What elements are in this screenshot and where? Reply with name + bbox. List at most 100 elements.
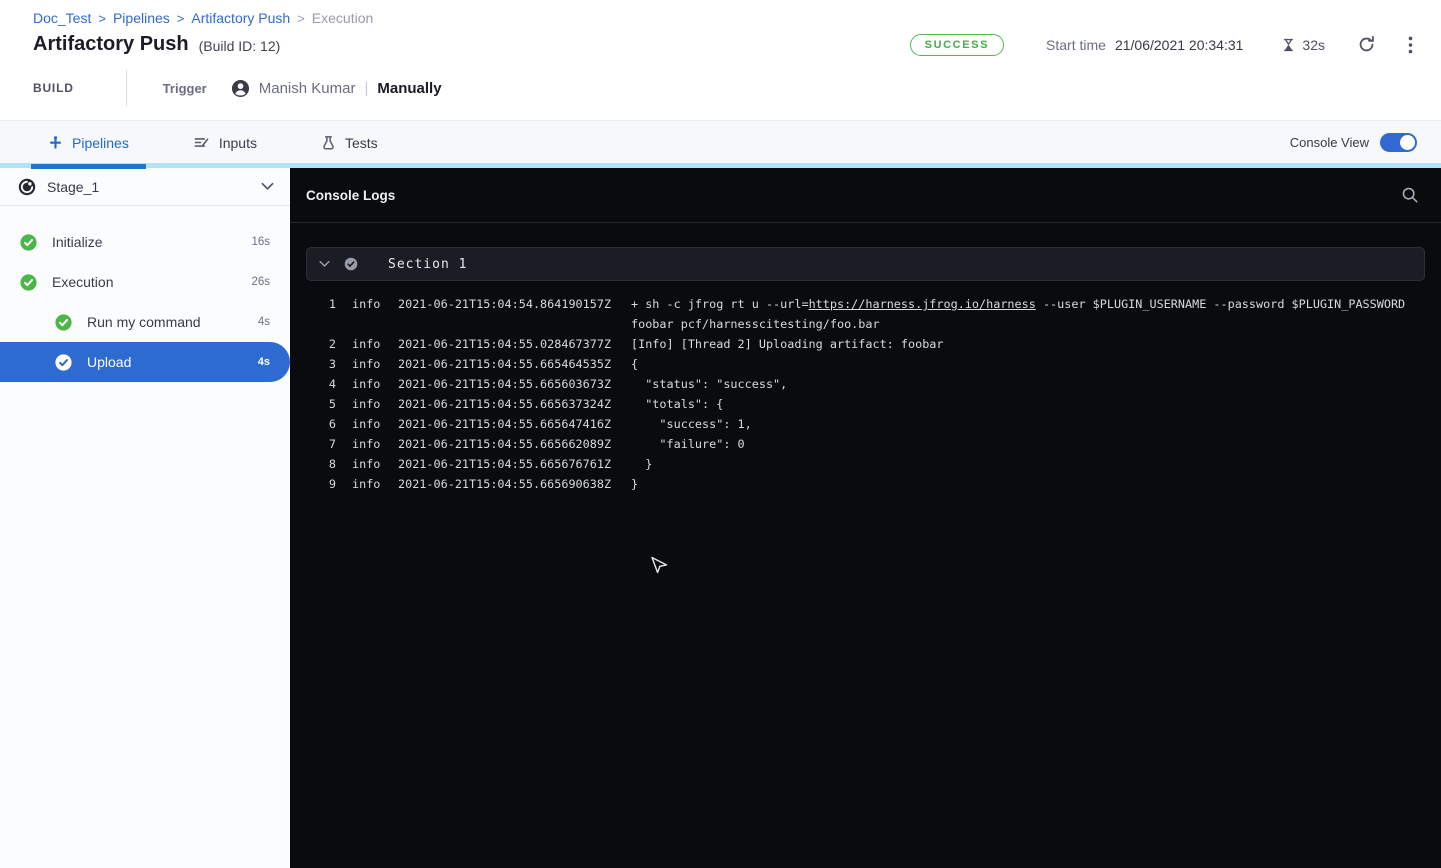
log-timestamp: 2021-06-21T15:04:55.665662089Z — [398, 434, 615, 454]
log-row: 4 info 2021-06-21T15:04:55.665603673Z "s… — [290, 374, 1441, 394]
section-label: Section 1 — [388, 257, 467, 272]
log-level: info — [352, 434, 382, 454]
step-label: Initialize — [52, 234, 103, 250]
log-message-line: [Info] [Thread 2] Uploading artifact: fo… — [631, 334, 1421, 354]
log-row: 2 info 2021-06-21T15:04:55.028467377Z [I… — [290, 334, 1441, 354]
log-row: 1 info 2021-06-21T15:04:54.864190157Z + … — [290, 294, 1441, 334]
step-duration: 16s — [251, 236, 270, 248]
log-line-number: 8 — [310, 454, 336, 474]
tab-tests[interactable]: Tests — [304, 121, 395, 164]
tab-label: Inputs — [219, 135, 257, 151]
build-id-label: (Build ID: 12) — [199, 38, 281, 54]
search-icon[interactable] — [1401, 186, 1419, 204]
step-upload[interactable]: Upload 4s — [0, 342, 290, 382]
log-timestamp: 2021-06-21T15:04:55.665603673Z — [398, 374, 615, 394]
success-check-icon — [55, 354, 72, 371]
log-message-line: } — [631, 474, 1421, 494]
log-lines: 1 info 2021-06-21T15:04:54.864190157Z + … — [290, 294, 1441, 494]
view-tabbar: Pipelines Inputs Tests Console View — [0, 120, 1441, 168]
log-message-line: { — [631, 354, 1421, 374]
breadcrumb-project[interactable]: Doc_Test — [33, 10, 91, 26]
build-label: BUILD — [33, 81, 74, 95]
success-check-icon — [20, 274, 37, 291]
log-line-number: 6 — [310, 414, 336, 434]
step-run-my-command[interactable]: Run my command 4s — [0, 302, 290, 342]
chevron-down-icon[interactable] — [261, 182, 274, 191]
start-time-label: Start time — [1046, 37, 1106, 53]
log-timestamp: 2021-06-21T15:04:54.864190157Z — [398, 294, 615, 314]
trigger-user[interactable]: Manish Kumar — [259, 80, 356, 97]
log-level: info — [352, 394, 382, 414]
refresh-button[interactable] — [1357, 35, 1376, 54]
log-timestamp: 2021-06-21T15:04:55.665676761Z — [398, 454, 615, 474]
flask-icon — [321, 135, 336, 150]
avatar-icon — [231, 79, 250, 98]
log-line-number: 3 — [310, 354, 336, 374]
step-label: Execution — [52, 274, 113, 290]
log-level: info — [352, 294, 382, 314]
duration-value: 32s — [1302, 37, 1325, 53]
log-row: 5 info 2021-06-21T15:04:55.665637324Z "t… — [290, 394, 1441, 414]
log-message: "totals": { — [631, 394, 1421, 414]
log-row: 7 info 2021-06-21T15:04:55.665662089Z "f… — [290, 434, 1441, 454]
more-options-button[interactable] — [1408, 36, 1413, 54]
log-message: } — [631, 474, 1421, 494]
breadcrumb-separator: > — [177, 11, 185, 26]
log-line-number: 7 — [310, 434, 336, 454]
log-level: info — [352, 374, 382, 394]
step-duration: 26s — [251, 276, 270, 288]
log-level: info — [352, 414, 382, 434]
log-message-line: + sh -c jfrog rt u --url=https://harness… — [631, 294, 1421, 314]
console-panel: Console Logs Section 1 1 info 2021-06-21… — [290, 168, 1441, 868]
step-duration: 4s — [258, 316, 270, 328]
log-timestamp: 2021-06-21T15:04:55.665690638Z — [398, 474, 615, 494]
log-message: "success": 1, — [631, 414, 1421, 434]
log-message-line: } — [631, 454, 1421, 474]
success-check-icon — [55, 314, 72, 331]
success-check-icon — [20, 234, 37, 251]
step-label: Upload — [87, 354, 131, 370]
log-message-line: "failure": 0 — [631, 434, 1421, 454]
log-line-number: 5 — [310, 394, 336, 414]
log-row: 3 info 2021-06-21T15:04:55.665464535Z { — [290, 354, 1441, 374]
trigger-label: Trigger — [163, 81, 207, 96]
inputs-icon — [193, 135, 210, 150]
console-view-label: Console View — [1290, 135, 1369, 150]
hourglass-icon — [1281, 37, 1296, 53]
tab-label: Pipelines — [72, 135, 129, 151]
step-execution[interactable]: Execution 26s — [0, 262, 290, 302]
step-initialize[interactable]: Initialize 16s — [0, 222, 290, 262]
stage-header[interactable]: Stage_1 — [0, 168, 290, 206]
step-duration: 4s — [258, 356, 270, 368]
pipeline-icon — [48, 135, 63, 150]
log-message: } — [631, 454, 1421, 474]
execution-sidebar: Stage_1 Initialize 16s Execution 26 — [0, 168, 290, 868]
log-row: 8 info 2021-06-21T15:04:55.665676761Z } — [290, 454, 1441, 474]
log-row: 9 info 2021-06-21T15:04:55.665690638Z } — [290, 474, 1441, 494]
log-section-header[interactable]: Section 1 — [306, 247, 1425, 281]
tab-inputs[interactable]: Inputs — [176, 121, 274, 164]
vertical-divider — [126, 70, 127, 106]
step-label: Run my command — [87, 314, 201, 330]
page-title: Artifactory Push — [33, 33, 189, 56]
breadcrumb-pipeline-name[interactable]: Artifactory Push — [191, 10, 290, 26]
log-message-line: "status": "success", — [631, 374, 1421, 394]
chevron-down-icon — [319, 260, 330, 268]
log-message: "failure": 0 — [631, 434, 1421, 454]
log-message: + sh -c jfrog rt u --url=https://harness… — [631, 294, 1421, 334]
start-time-value: 21/06/2021 20:34:31 — [1115, 37, 1243, 53]
log-message-line: foobar pcf/harnesscitesting/foo.bar — [631, 314, 1421, 334]
console-view-toggle[interactable] — [1380, 133, 1417, 152]
log-line-number: 4 — [310, 374, 336, 394]
breadcrumb-pipelines[interactable]: Pipelines — [113, 10, 170, 26]
log-timestamp: 2021-06-21T15:04:55.665637324Z — [398, 394, 615, 414]
tab-pipelines[interactable]: Pipelines — [31, 121, 146, 164]
log-level: info — [352, 334, 382, 354]
log-url-link[interactable]: https://harness.jfrog.io/harness — [809, 297, 1036, 311]
log-message-line: "totals": { — [631, 394, 1421, 414]
console-logs-title: Console Logs — [306, 188, 395, 203]
log-level: info — [352, 474, 382, 494]
log-level: info — [352, 354, 382, 374]
breadcrumb-current: Execution — [312, 10, 373, 26]
log-level: info — [352, 454, 382, 474]
